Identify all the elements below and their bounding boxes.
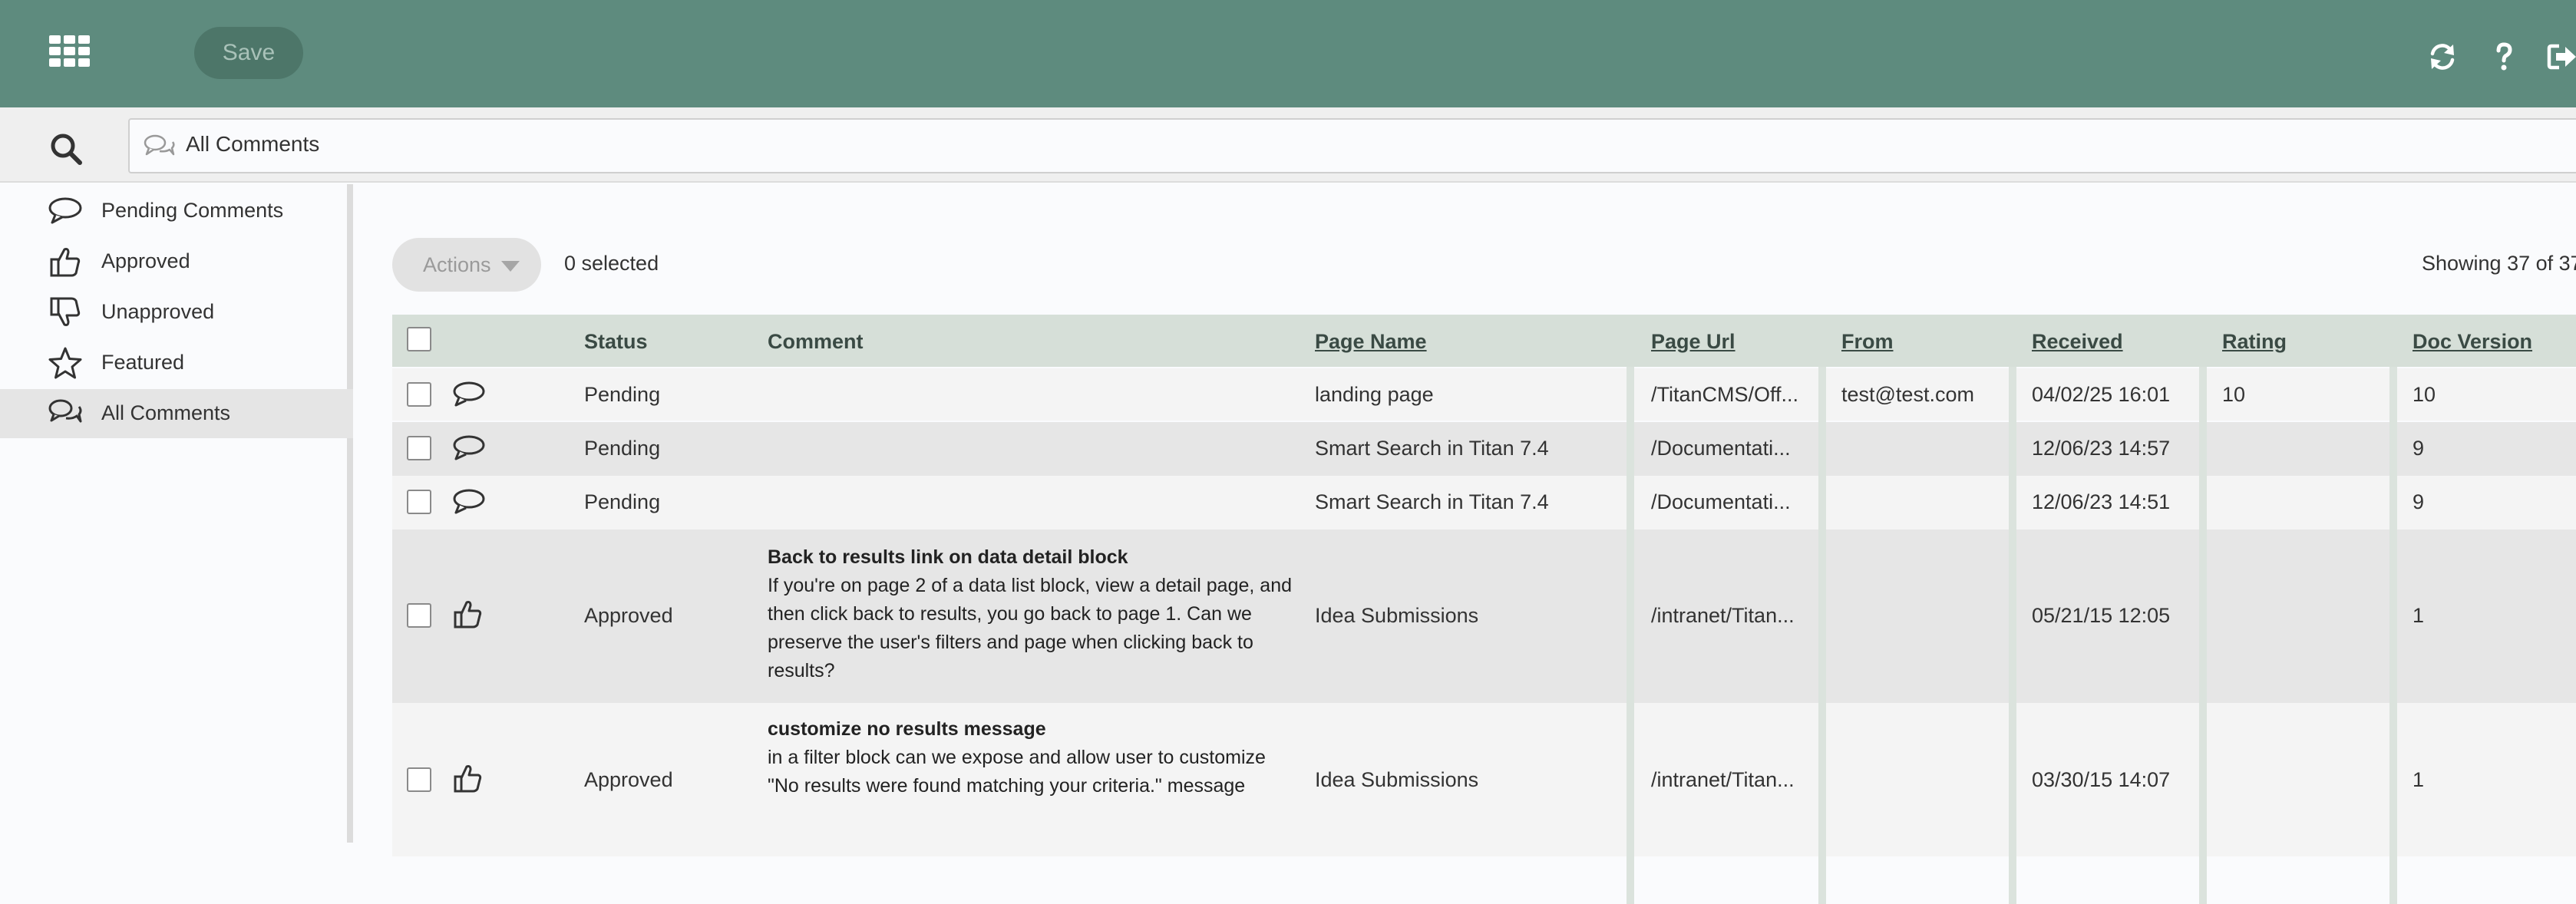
actions-label: Actions bbox=[423, 252, 491, 276]
column-resizer[interactable] bbox=[2199, 367, 2207, 904]
comment-title: Back to results link on data detail bloc… bbox=[768, 546, 1128, 568]
page-name-cell: landing page bbox=[1315, 383, 1434, 406]
sidebar-item-label: Approved bbox=[101, 249, 190, 272]
page-name-cell: Idea Submissions bbox=[1315, 768, 1479, 791]
from-cell: test@test.com bbox=[1841, 383, 1974, 406]
page-url-cell: /TitanCMS/Off... bbox=[1651, 383, 1799, 406]
sidebar-item-all-comments[interactable]: All Comments bbox=[0, 389, 353, 438]
table-row[interactable]: Pending landing page /TitanCMS/Off... te… bbox=[392, 368, 2576, 421]
sidebar-item-approved[interactable]: Approved bbox=[0, 237, 353, 286]
page-name-cell: Smart Search in Titan 7.4 bbox=[1315, 437, 1549, 460]
column-resizer[interactable] bbox=[1818, 367, 1826, 904]
double-speech-bubble-icon bbox=[48, 399, 82, 423]
page-name-cell: Idea Submissions bbox=[1315, 604, 1479, 627]
page-url-cell: /intranet/Titan... bbox=[1651, 768, 1795, 791]
comments-table: Status Comment Page Name Page Url From R… bbox=[392, 315, 2576, 904]
page-name-cell: Smart Search in Titan 7.4 bbox=[1315, 490, 1549, 513]
sidebar-item-pending-comments[interactable]: Pending Comments bbox=[0, 186, 353, 236]
speech-bubble-icon bbox=[453, 381, 485, 407]
table-row[interactable]: Approved customize no results message in… bbox=[392, 703, 2576, 856]
row-checkbox[interactable] bbox=[407, 603, 431, 628]
comment-body: If you're on page 2 of a data list block… bbox=[768, 575, 1292, 681]
page-url-cell: /Documentati... bbox=[1651, 490, 1791, 513]
sidebar-item-featured[interactable]: Featured bbox=[0, 338, 353, 388]
status-cell: Approved bbox=[584, 604, 673, 627]
sidebar-item-label: Pending Comments bbox=[101, 199, 284, 222]
sidebar-item-label: All Comments bbox=[101, 401, 231, 424]
row-checkbox[interactable] bbox=[407, 436, 431, 460]
table-header: Status Comment Page Name Page Url From R… bbox=[392, 315, 2576, 367]
thumbs-up-icon bbox=[454, 765, 482, 793]
thumbs-down-icon bbox=[50, 297, 81, 326]
rating-cell: 10 bbox=[2222, 383, 2246, 406]
received-cell: 03/30/15 14:07 bbox=[2032, 768, 2171, 791]
column-resizer[interactable] bbox=[1627, 367, 1634, 904]
star-icon bbox=[48, 347, 82, 379]
status-cell: Approved bbox=[584, 768, 673, 791]
header-page-url[interactable]: Page Url bbox=[1651, 330, 1735, 354]
table-row[interactable]: Approved Back to results link on data de… bbox=[392, 530, 2576, 703]
row-checkbox[interactable] bbox=[407, 382, 431, 407]
received-cell: 05/21/15 12:05 bbox=[2032, 604, 2171, 627]
doc-version-cell: 9 bbox=[2413, 490, 2425, 513]
top-bar: Save bbox=[0, 0, 2576, 107]
header-from[interactable]: From bbox=[1841, 330, 1894, 354]
logout-icon[interactable] bbox=[2545, 40, 2576, 74]
doc-version-cell: 1 bbox=[2413, 768, 2425, 791]
table-row[interactable]: Pending Smart Search in Titan 7.4 /Docum… bbox=[392, 476, 2576, 530]
status-cell: Pending bbox=[584, 383, 661, 406]
sidebar-item-unapproved[interactable]: Unapproved bbox=[0, 288, 353, 337]
selected-count: 0 selected bbox=[564, 252, 659, 275]
search-icon[interactable] bbox=[48, 130, 84, 167]
sidebar-item-label: Featured bbox=[101, 351, 185, 374]
header-doc-version[interactable]: Doc Version bbox=[2413, 330, 2532, 354]
comment-cell: customize no results message in a filter… bbox=[768, 715, 1297, 800]
row-checkbox[interactable] bbox=[407, 490, 431, 514]
thumbs-up-icon bbox=[50, 248, 81, 277]
page-url-cell: /Documentati... bbox=[1651, 437, 1791, 460]
column-resizer[interactable] bbox=[2009, 367, 2016, 904]
comment-body: in a filter block can we expose and allo… bbox=[768, 747, 1266, 797]
page-url-cell: /intranet/Titan... bbox=[1651, 604, 1795, 627]
save-button[interactable]: Save bbox=[194, 27, 303, 79]
refresh-icon[interactable] bbox=[2426, 40, 2459, 74]
breadcrumb[interactable] bbox=[128, 118, 2576, 173]
comments-icon bbox=[144, 134, 175, 156]
header-status: Status bbox=[584, 330, 648, 353]
column-resizer[interactable] bbox=[2389, 367, 2397, 904]
speech-bubble-icon bbox=[453, 489, 485, 514]
sidebar: Pending Comments Approved Unapproved Fea… bbox=[0, 184, 353, 843]
table-row[interactable]: Pending Smart Search in Titan 7.4 /Docum… bbox=[392, 422, 2576, 476]
comment-cell: Back to results link on data detail bloc… bbox=[768, 543, 1297, 685]
breadcrumb-label: All Comments bbox=[186, 132, 320, 156]
speech-bubble-icon bbox=[453, 435, 485, 460]
doc-version-cell: 10 bbox=[2413, 383, 2436, 406]
actions-dropdown[interactable]: Actions bbox=[392, 238, 541, 292]
speech-bubble-icon bbox=[48, 197, 82, 224]
header-received[interactable]: Received bbox=[2032, 330, 2123, 354]
status-cell: Pending bbox=[584, 437, 661, 460]
select-all-checkbox[interactable] bbox=[407, 327, 431, 351]
header-page-name[interactable]: Page Name bbox=[1315, 330, 1427, 354]
received-cell: 12/06/23 14:57 bbox=[2032, 437, 2171, 460]
row-checkbox[interactable] bbox=[407, 767, 431, 792]
header-rating[interactable]: Rating bbox=[2222, 330, 2287, 354]
chevron-down-icon bbox=[501, 261, 520, 272]
apps-grid-icon[interactable] bbox=[49, 35, 91, 68]
sidebar-item-label: Unapproved bbox=[101, 300, 215, 323]
result-count: Showing 37 of 37 bbox=[2422, 252, 2576, 275]
thumbs-up-icon bbox=[454, 601, 482, 629]
help-icon[interactable] bbox=[2487, 40, 2521, 74]
received-cell: 12/06/23 14:51 bbox=[2032, 490, 2171, 513]
header-comment: Comment bbox=[768, 330, 864, 353]
status-cell: Pending bbox=[584, 490, 661, 513]
doc-version-cell: 9 bbox=[2413, 437, 2425, 460]
received-cell: 04/02/25 16:01 bbox=[2032, 383, 2171, 406]
doc-version-cell: 1 bbox=[2413, 604, 2425, 627]
comment-title: customize no results message bbox=[768, 718, 1046, 740]
